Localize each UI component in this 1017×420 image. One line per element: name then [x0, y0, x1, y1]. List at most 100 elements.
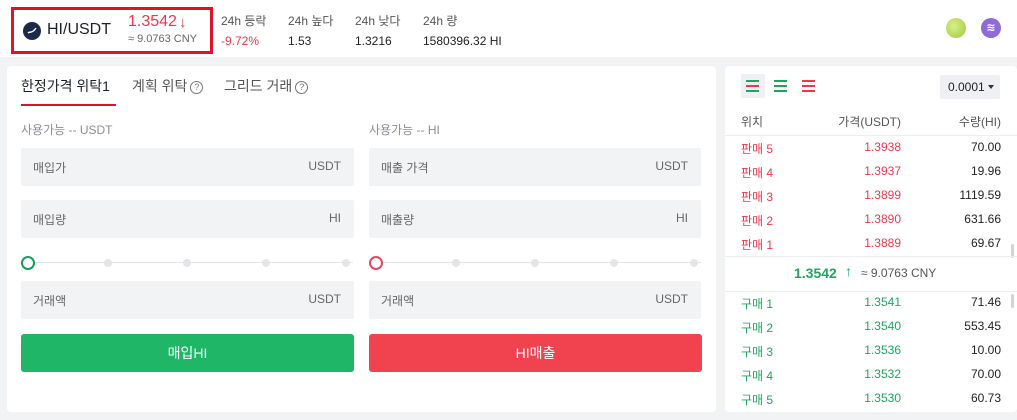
stat-change: 24h 등락 -9.72%: [221, 12, 266, 48]
scrollbar[interactable]: [1011, 294, 1014, 308]
row-position: 구매 2: [741, 321, 774, 335]
stat-volume: 24h 량 1580396.32 HI: [423, 12, 502, 48]
stat-value: 1580396.32 HI: [423, 34, 502, 48]
row-qty: 60.73: [970, 391, 1001, 405]
stat-high: 24h 높다 1.53: [288, 12, 333, 48]
field-placeholder: 매출 가격: [381, 161, 429, 175]
slider-step[interactable]: [183, 259, 191, 267]
field-placeholder: 매출량: [381, 213, 415, 227]
ticker-bar: HI/USDT 1.3542 ↓ ≈ 9.0763 CNY 24h 등락 -9.…: [0, 0, 1017, 57]
last-price: 1.3542: [128, 13, 177, 30]
tab-limit-order[interactable]: 한정가격 위탁1: [21, 76, 110, 96]
bid-row[interactable]: 구매 5 1.3530 60.73: [725, 386, 1017, 410]
ask-row[interactable]: 판매 5 1.3938 70.00: [725, 135, 1017, 159]
field-unit: USDT: [308, 159, 341, 173]
bid-row[interactable]: 구매 1 1.3541 71.46: [725, 290, 1017, 314]
slider-step[interactable]: [104, 259, 112, 267]
row-qty: 19.96: [970, 164, 1001, 178]
view-both-icon[interactable]: [741, 74, 765, 98]
active-tab-indicator: [21, 104, 116, 106]
precision-value: 0.0001: [948, 80, 985, 94]
view-buy-icon[interactable]: [769, 74, 793, 98]
sell-price-input[interactable]: 매출 가격 USDT: [369, 148, 701, 186]
row-position: 판매 5: [741, 142, 774, 156]
tab-plan-order[interactable]: 계획 위탁?: [132, 76, 204, 96]
buy-total-input[interactable]: 거래액 USDT: [21, 281, 354, 319]
icon-bar: [746, 85, 759, 87]
field-placeholder: 거래액: [381, 294, 415, 308]
tab-label: 그리드 거래: [224, 78, 293, 94]
tab-grid-trading[interactable]: 그리드 거래?: [224, 76, 309, 96]
header-price: 가격(USDT): [838, 115, 901, 129]
row-position: 구매 5: [741, 393, 774, 407]
field-unit: USDT: [655, 292, 688, 306]
ask-row[interactable]: 판매 2 1.3890 631.66: [725, 207, 1017, 231]
row-price: 1.3938: [864, 140, 901, 154]
field-placeholder: 매입량: [33, 213, 67, 227]
icon-bar: [746, 90, 759, 92]
field-unit: USDT: [655, 159, 688, 173]
help-icon[interactable]: ?: [190, 81, 204, 94]
row-qty: 69.67: [970, 236, 1001, 250]
slider-step[interactable]: [690, 259, 698, 267]
sell-percent-slider[interactable]: [369, 256, 701, 270]
stat-value: -9.72%: [221, 34, 260, 48]
arrow-up-icon: ↑: [845, 263, 852, 279]
sell-amount-input[interactable]: 매출량 HI: [369, 200, 701, 238]
bid-row[interactable]: 구매 4 1.3532 70.00: [725, 362, 1017, 386]
field-unit: HI: [329, 211, 341, 225]
icon-bar: [774, 90, 787, 92]
pair-selector[interactable]: HI/USDT 1.3542 ↓ ≈ 9.0763 CNY: [11, 7, 213, 54]
arrow-down-icon: ↓: [179, 14, 187, 31]
slider-handle[interactable]: [21, 256, 35, 270]
mid-price-cny: ≈ 9.0763 CNY: [861, 266, 937, 280]
buy-percent-slider[interactable]: [21, 256, 353, 270]
row-position: 판매 2: [741, 214, 774, 228]
row-position: 판매 3: [741, 190, 774, 204]
exchange-logo-icon[interactable]: ≋: [981, 18, 1001, 38]
icon-bar: [746, 80, 759, 82]
buy-amount-input[interactable]: 매입량 HI: [21, 200, 354, 238]
row-qty: 553.45: [964, 319, 1001, 333]
buy-button[interactable]: 매입HI: [21, 334, 354, 372]
row-price: 1.3530: [864, 391, 901, 405]
slider-handle[interactable]: [369, 256, 383, 270]
row-position: 구매 4: [741, 369, 774, 383]
stat-label: 24h 등락: [221, 14, 267, 28]
buy-price-input[interactable]: 매입가 USDT: [21, 148, 354, 186]
sell-total-input[interactable]: 거래액 USDT: [369, 281, 701, 319]
row-position: 판매 4: [741, 166, 774, 180]
help-icon[interactable]: ?: [295, 81, 309, 94]
sell-button[interactable]: HI매출: [369, 334, 702, 372]
slider-step[interactable]: [452, 259, 460, 267]
slider-step[interactable]: [610, 259, 618, 267]
row-qty: 70.00: [970, 140, 1001, 154]
slider-step[interactable]: [531, 259, 539, 267]
view-sell-icon[interactable]: [797, 74, 821, 98]
precision-select[interactable]: 0.0001: [940, 75, 1000, 99]
row-price: 1.3532: [864, 367, 901, 381]
header-position: 위치: [741, 115, 764, 129]
row-qty: 1119.59: [959, 188, 1001, 202]
header-qty: 수량(HI): [958, 115, 1001, 129]
row-price: 1.3541: [864, 295, 901, 309]
ask-row[interactable]: 판매 4 1.3937 19.96: [725, 159, 1017, 183]
icon-bar: [802, 85, 815, 87]
stat-label: 24h 높다: [288, 14, 334, 28]
row-price: 1.3890: [864, 212, 901, 226]
sell-available: 사용가능 -- HI: [369, 123, 440, 137]
field-unit: USDT: [308, 292, 341, 306]
bid-row[interactable]: 구매 2 1.3540 553.45: [725, 314, 1017, 338]
slider-step[interactable]: [262, 259, 270, 267]
ask-row[interactable]: 판매 3 1.3899 1119.59: [725, 183, 1017, 207]
caret-down-icon: [988, 85, 994, 89]
pair-name: HI/USDT: [47, 21, 111, 38]
leaf-icon[interactable]: [946, 18, 966, 38]
row-position: 판매 1: [741, 238, 774, 252]
row-price: 1.3540: [864, 319, 901, 333]
bid-row[interactable]: 구매 3 1.3536 10.00: [725, 338, 1017, 362]
stat-label: 24h 낮다: [355, 14, 401, 28]
ask-row[interactable]: 판매 1 1.3889 69.67: [725, 231, 1017, 255]
slider-step[interactable]: [342, 259, 350, 267]
coin-logo-icon: [23, 22, 41, 40]
